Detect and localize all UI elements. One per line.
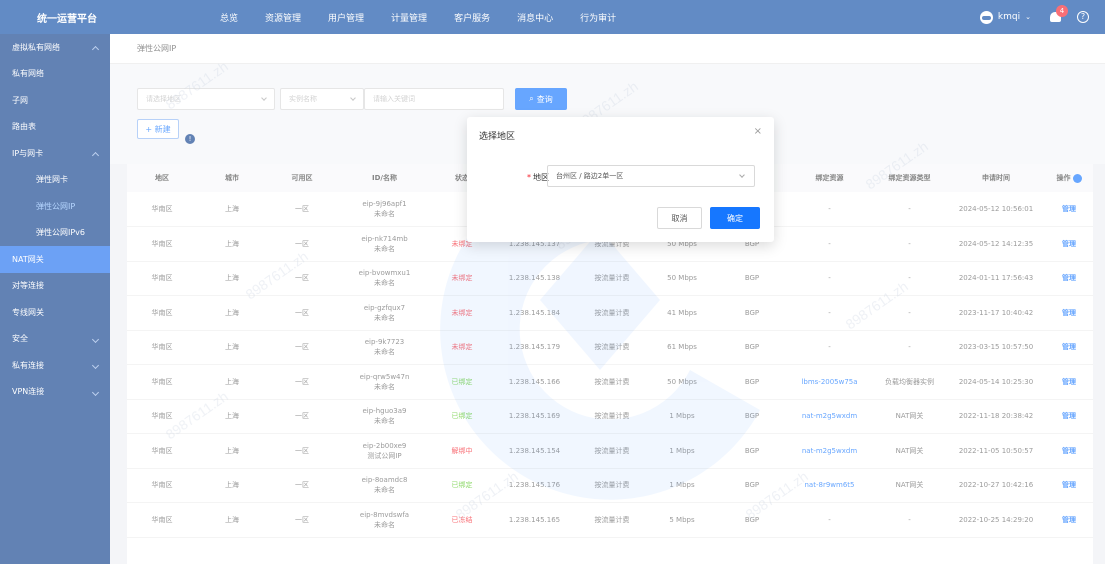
modal-overlay bbox=[0, 0, 1105, 564]
close-icon[interactable]: × bbox=[754, 126, 762, 137]
region-field-label: * 地区 bbox=[527, 173, 549, 182]
dialog-title: 选择地区 bbox=[479, 132, 516, 142]
chevron-down-icon bbox=[739, 172, 745, 178]
region-cascader-value: 台州区 / 路边2单一区 bbox=[556, 172, 624, 180]
cancel-button[interactable]: 取消 bbox=[657, 207, 702, 229]
confirm-button[interactable]: 确定 bbox=[710, 207, 760, 229]
select-region-dialog: 选择地区 × * 地区 台州区 / 路边2单一区 取消 确定 bbox=[467, 117, 774, 242]
region-cascader[interactable]: 台州区 / 路边2单一区 bbox=[547, 165, 755, 187]
